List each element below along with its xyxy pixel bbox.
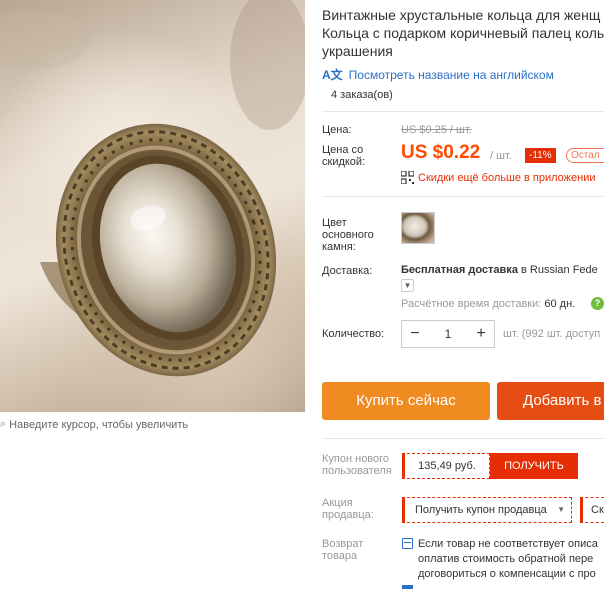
product-title-line: Винтажные хрустальные кольца для женщ (322, 7, 601, 23)
divider (322, 438, 604, 439)
old-price: US $0.25 / шт. (401, 124, 472, 136)
divider (322, 196, 604, 197)
return-policy-icon (402, 585, 413, 589)
delivery-time-label: Расчётное время доставки: (401, 298, 542, 310)
stone-color-label: Цвет основного камня: (322, 217, 374, 253)
quantity-stepper: − 1 + (401, 320, 495, 348)
get-coupon-button[interactable]: ПОЛУЧИТЬ (490, 453, 578, 479)
product-title-line: Кольца с подарком коричневый палец коль (322, 25, 604, 41)
return-policy-line: оплатив стоимость обратной пере (418, 553, 594, 565)
quantity-increase-button[interactable]: + (468, 321, 494, 347)
orders-count: 4 заказа(ов) (331, 89, 393, 101)
app-discount-text: Скидки ещё больше в приложении (418, 171, 596, 184)
zoom-hint-text: Наведите курсор, чтобы увеличить (9, 418, 189, 431)
shipping-label: Доставка: (322, 265, 373, 277)
qr-code-icon (400, 170, 415, 185)
translate-icon: A文 (322, 68, 343, 82)
shipping-carrier: в Russian Fede (517, 264, 598, 276)
app-discount-promo[interactable]: Скидки ещё больше в приложении (400, 170, 596, 185)
help-icon[interactable]: ? (591, 297, 604, 310)
magnifier-icon: ⌕ (0, 418, 7, 430)
discount-price-label: Цена со скидкой: (322, 144, 366, 168)
return-policy-icon (402, 538, 413, 549)
stone-color-swatch[interactable] (401, 212, 435, 244)
zoom-hint: ⌕ Наведите курсор, чтобы увеличить (0, 418, 188, 431)
seller-coupon-text: Получить купон продавца (415, 504, 547, 516)
seller-coupon-dropdown[interactable]: Получить купон продавца ▼ (402, 497, 572, 523)
time-remaining-badge: Остал (566, 148, 604, 163)
buy-now-button[interactable]: Купить сейчас (322, 382, 490, 420)
new-user-coupon-label: Купон нового пользователя (322, 453, 392, 477)
return-policy-line: договориться о компенсации с про (418, 568, 596, 580)
sale-price: US $0.22 (401, 142, 481, 163)
seller-coupon-secondary[interactable]: Ск (580, 497, 604, 523)
quantity-label: Количество: (322, 328, 385, 340)
product-title: Винтажные хрустальные кольца для женщ Ко… (322, 6, 604, 60)
seller-promo-label: Акция продавца: (322, 497, 374, 521)
delivery-time-value: 60 дн. (541, 298, 576, 310)
quantity-decrease-button[interactable]: − (402, 321, 428, 347)
price-label: Цена: (322, 124, 352, 136)
chevron-down-icon: ▼ (557, 505, 565, 514)
discount-badge: -11% (525, 148, 556, 163)
add-to-cart-button[interactable]: Добавить в (497, 382, 604, 420)
quantity-input[interactable]: 1 (428, 327, 468, 341)
view-english-title-link[interactable]: A文 Посмотреть название на английском (322, 66, 554, 83)
view-english-title-text: Посмотреть название на английском (348, 67, 554, 82)
divider (322, 111, 604, 112)
product-title-line: украшения (322, 43, 393, 59)
new-user-coupon-amount: 135,49 руб. (402, 453, 490, 479)
shipping-method-name: Бесплатная доставка (401, 264, 518, 276)
return-policy-line: Если товар не соответствует описа (418, 538, 598, 550)
chevron-down-icon[interactable]: ▼ (401, 279, 414, 292)
returns-label: Возврат товара (322, 538, 364, 562)
delivery-time: Расчётное время доставки: 60 дн. (401, 298, 575, 310)
stock-available: шт. (992 шт. доступ (503, 328, 601, 340)
price-unit: / шт. (490, 150, 512, 162)
product-main-image[interactable] (0, 0, 305, 412)
shipping-method[interactable]: Бесплатная доставка в Russian Fede (401, 264, 598, 276)
